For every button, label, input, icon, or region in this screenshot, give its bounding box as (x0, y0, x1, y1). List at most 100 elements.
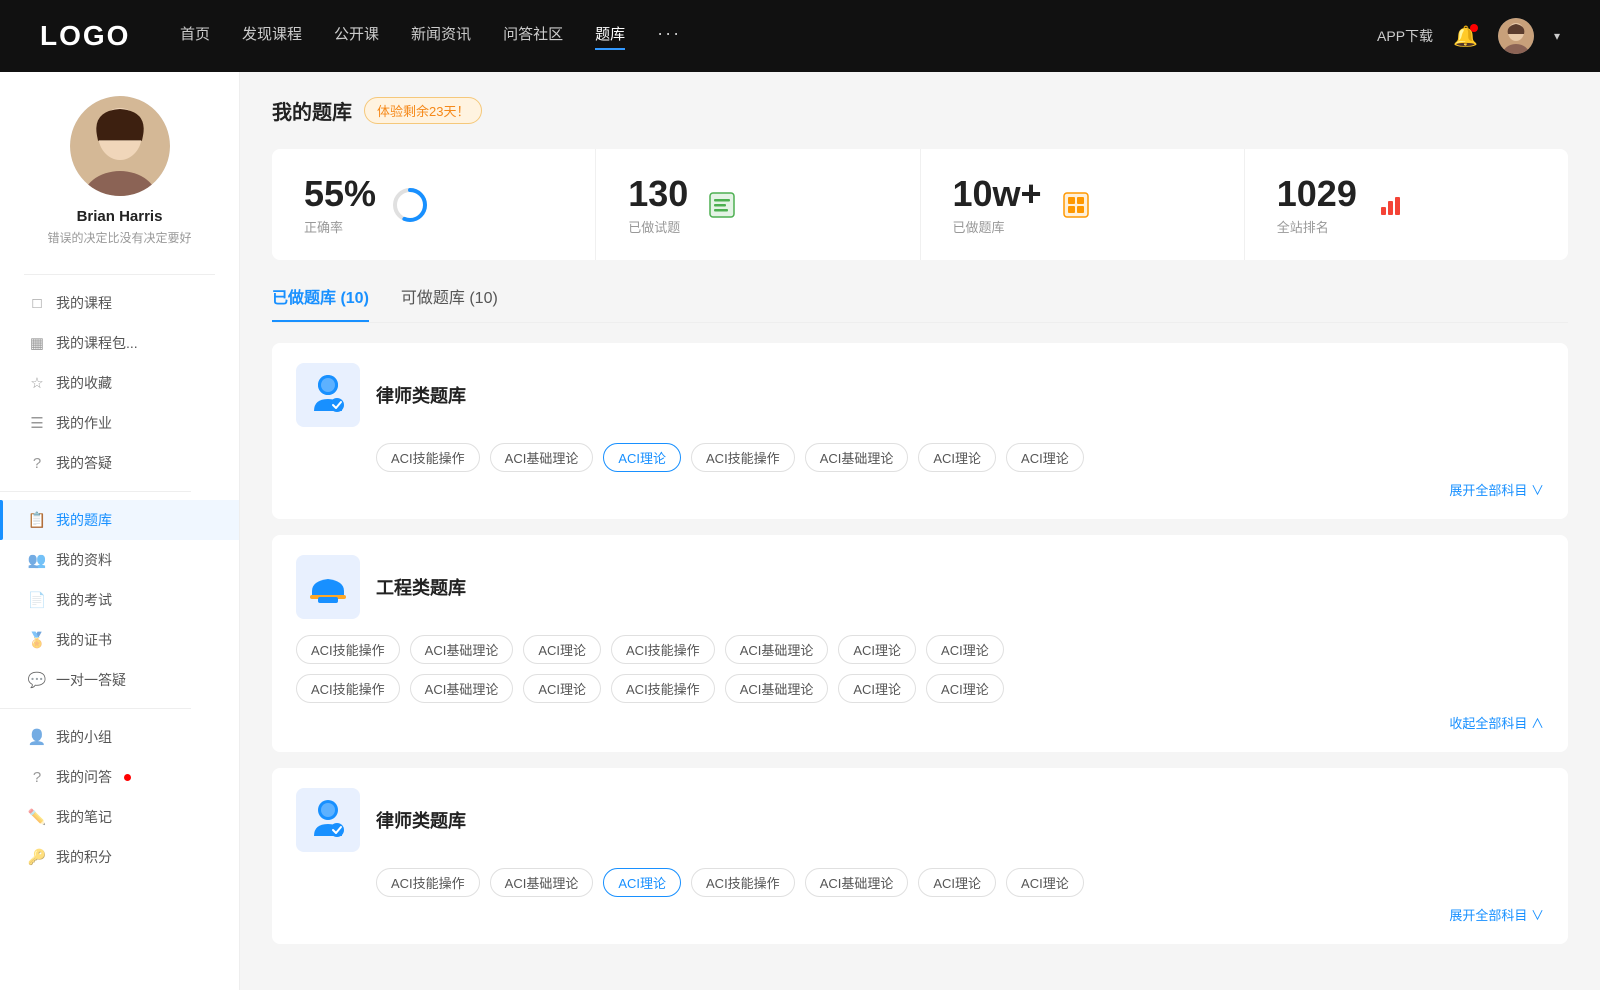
eng-tag-r2-4[interactable]: ACI基础理论 (725, 674, 829, 703)
trial-badge: 体验剩余23天！ (364, 97, 482, 124)
my-course-icon: □ (28, 294, 46, 312)
sidebar-item-label: 我的题库 (56, 510, 112, 530)
stat-accuracy-value: 55% (304, 173, 376, 215)
bank-expand-lawyer-2[interactable]: 展开全部科目 ∨ (296, 905, 1544, 924)
l2-tag-0[interactable]: ACI技能操作 (376, 868, 480, 897)
bank-tag-6[interactable]: ACI理论 (1006, 443, 1084, 472)
bank-tag-2-active[interactable]: ACI理论 (603, 443, 681, 472)
lawyer-icon-svg (304, 371, 352, 419)
sidebar-item-my-exam[interactable]: 📄 我的考试 (0, 580, 239, 620)
eng-tag-r2-1[interactable]: ACI基础理论 (410, 674, 514, 703)
bank-tag-4[interactable]: ACI基础理论 (805, 443, 909, 472)
user-dropdown-icon[interactable]: ▾ (1554, 29, 1560, 43)
sidebar-item-my-course[interactable]: □ 我的课程 (0, 283, 239, 323)
l2-tag-1[interactable]: ACI基础理论 (490, 868, 594, 897)
l2-tag-2-active[interactable]: ACI理论 (603, 868, 681, 897)
bank-icon-lawyer-2 (296, 788, 360, 852)
bank-card-header-lawyer-2: 律师类题库 (296, 788, 1544, 852)
sidebar-item-label: 我的小组 (56, 727, 112, 747)
bank-card-lawyer-2: 律师类题库 ACI技能操作 ACI基础理论 ACI理论 ACI技能操作 ACI基… (272, 768, 1568, 944)
avatar-image-large (70, 96, 170, 196)
nav-link-news[interactable]: 新闻资讯 (411, 23, 471, 50)
page-header: 我的题库 体验剩余23天！ (272, 96, 1568, 125)
sidebar-item-my-notes[interactable]: ✏️ 我的笔记 (0, 797, 239, 837)
stats-row: 55% 正确率 130 已做试题 (272, 149, 1568, 260)
ranking-icon (1373, 187, 1409, 223)
my-exam-icon: 📄 (28, 591, 46, 609)
sidebar-item-my-qa[interactable]: ? 我的答疑 (0, 443, 239, 483)
sidebar-item-my-profile[interactable]: 👥 我的资料 (0, 540, 239, 580)
nav-link-open-course[interactable]: 公开课 (334, 23, 379, 50)
sidebar-item-homework[interactable]: ☰ 我的作业 (0, 403, 239, 443)
engineer-icon-svg (304, 563, 352, 611)
done-banks-icon (1058, 187, 1094, 223)
sidebar-divider-1 (24, 274, 215, 275)
eng-tag-r1-1[interactable]: ACI基础理论 (410, 635, 514, 664)
sidebar-item-my-question[interactable]: ? 我的问答 (0, 757, 239, 797)
eng-tag-r2-5[interactable]: ACI理论 (838, 674, 916, 703)
bank-tag-5[interactable]: ACI理论 (918, 443, 996, 472)
eng-tag-r1-2[interactable]: ACI理论 (523, 635, 601, 664)
nav-link-courses[interactable]: 发现课程 (242, 23, 302, 50)
sidebar-avatar (70, 96, 170, 196)
bank-icon-lawyer-1 (296, 363, 360, 427)
notification-bell[interactable]: 🔔 (1453, 24, 1478, 49)
sidebar-item-label: 我的证书 (56, 630, 112, 650)
sidebar-item-certificate[interactable]: 🏅 我的证书 (0, 620, 239, 660)
sidebar-item-label: 一对一答疑 (56, 670, 126, 690)
bank-title-lawyer-2: 律师类题库 (376, 807, 466, 833)
sidebar: Brian Harris 错误的决定比没有决定要好 □ 我的课程 ▦ 我的课程包… (0, 72, 240, 990)
eng-tag-r1-6[interactable]: ACI理论 (926, 635, 1004, 664)
sidebar-item-label: 我的资料 (56, 550, 112, 570)
eng-tag-r1-0[interactable]: ACI技能操作 (296, 635, 400, 664)
bank-tag-1[interactable]: ACI基础理论 (490, 443, 594, 472)
bank-card-header-lawyer-1: 律师类题库 (296, 363, 1544, 427)
bank-tag-3[interactable]: ACI技能操作 (691, 443, 795, 472)
my-group-icon: 👤 (28, 728, 46, 746)
nav-link-home[interactable]: 首页 (180, 23, 210, 50)
stat-ranking-value: 1029 (1277, 173, 1357, 215)
my-notes-icon: ✏️ (28, 808, 46, 826)
sidebar-item-my-points[interactable]: 🔑 我的积分 (0, 837, 239, 877)
stat-done-questions: 130 已做试题 (596, 149, 920, 260)
sidebar-divider-3 (0, 708, 191, 709)
bank-tags-engineer-row2: ACI技能操作 ACI基础理论 ACI理论 ACI技能操作 ACI基础理论 AC… (296, 674, 1544, 703)
sidebar-item-course-package[interactable]: ▦ 我的课程包... (0, 323, 239, 363)
eng-tag-r2-6[interactable]: ACI理论 (926, 674, 1004, 703)
l2-tag-4[interactable]: ACI基础理论 (805, 868, 909, 897)
done-questions-icon (704, 187, 740, 223)
sidebar-item-question-bank[interactable]: 📋 我的题库 (0, 500, 239, 540)
sidebar-item-favorites[interactable]: ☆ 我的收藏 (0, 363, 239, 403)
tab-available-banks[interactable]: 可做题库 (10) (401, 284, 498, 322)
l2-tag-5[interactable]: ACI理论 (918, 868, 996, 897)
eng-tag-r2-3[interactable]: ACI技能操作 (611, 674, 715, 703)
circle-chart-icon (392, 187, 428, 223)
eng-tag-r1-3[interactable]: ACI技能操作 (611, 635, 715, 664)
eng-tag-r2-2[interactable]: ACI理论 (523, 674, 601, 703)
nav-link-qa[interactable]: 问答社区 (503, 23, 563, 50)
eng-tag-r1-4[interactable]: ACI基础理论 (725, 635, 829, 664)
grid-icon (1060, 189, 1092, 221)
bank-expand-lawyer-1[interactable]: 展开全部科目 ∨ (296, 480, 1544, 499)
main-content: 我的题库 体验剩余23天！ 55% 正确率 130 (240, 72, 1600, 990)
eng-tag-r2-0[interactable]: ACI技能操作 (296, 674, 400, 703)
user-avatar[interactable] (1498, 18, 1534, 54)
l2-tag-6[interactable]: ACI理论 (1006, 868, 1084, 897)
eng-tag-r1-5[interactable]: ACI理论 (838, 635, 916, 664)
bank-title-engineer: 工程类题库 (376, 574, 466, 600)
nav-link-bank[interactable]: 题库 (595, 23, 625, 50)
lawyer-icon-svg-2 (304, 796, 352, 844)
nav-link-more[interactable]: ··· (657, 23, 681, 50)
bank-tag-0[interactable]: ACI技能操作 (376, 443, 480, 472)
app-download-button[interactable]: APP下载 (1377, 26, 1433, 46)
sidebar-item-one-on-one[interactable]: 💬 一对一答疑 (0, 660, 239, 700)
homework-icon: ☰ (28, 414, 46, 432)
bank-tags-engineer-row1: ACI技能操作 ACI基础理论 ACI理论 ACI技能操作 ACI基础理论 AC… (296, 635, 1544, 664)
stat-done-questions-text: 130 已做试题 (628, 173, 688, 236)
sidebar-item-my-group[interactable]: 👤 我的小组 (0, 717, 239, 757)
stat-done-banks-value: 10w+ (953, 173, 1042, 215)
l2-tag-3[interactable]: ACI技能操作 (691, 868, 795, 897)
tab-done-banks[interactable]: 已做题库 (10) (272, 284, 369, 322)
bank-collapse-engineer[interactable]: 收起全部科目 ∧ (296, 713, 1544, 732)
course-package-icon: ▦ (28, 334, 46, 352)
